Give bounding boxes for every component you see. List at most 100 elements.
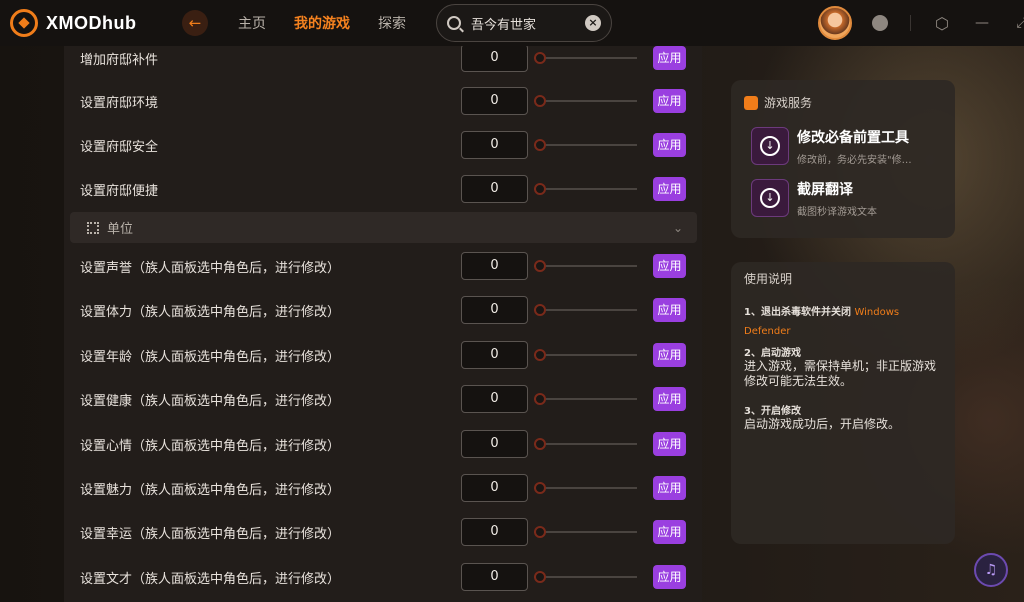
list-item: 设置体力（族人面板选中角色后，进行修改） 0 应用 <box>64 288 702 332</box>
value-input[interactable]: 0 <box>461 46 528 72</box>
service-name: 修改必备前置工具 <box>797 130 909 146</box>
divider <box>910 15 911 31</box>
value-input[interactable]: 0 <box>461 518 528 546</box>
row-label: 设置声誉（族人面板选中角色后，进行修改） <box>80 260 341 276</box>
slider-handle[interactable] <box>534 482 546 494</box>
row-label: 设置魅力（族人面板选中角色后，进行修改） <box>80 482 341 498</box>
row-label: 增加府邸补件 <box>80 52 159 68</box>
apply-button[interactable]: 应用 <box>653 254 686 278</box>
value-input[interactable]: 0 <box>461 341 528 369</box>
nav-my-games[interactable]: 我的游戏 <box>294 13 350 33</box>
slider-handle[interactable] <box>534 139 546 151</box>
download-icon: ↓ <box>760 136 780 156</box>
nav-home[interactable]: 主页 <box>238 13 266 33</box>
service-item-screenshot-translate[interactable]: ↓ 截屏翻译 截图秒译游戏文本 <box>751 179 877 218</box>
list-item: 增加府邸补件 0 应用 <box>64 46 702 80</box>
apply-button[interactable]: 应用 <box>653 46 686 70</box>
apply-button[interactable]: 应用 <box>653 520 686 544</box>
service-name: 截屏翻译 <box>797 182 853 198</box>
service-item-prereq-tool[interactable]: ↓ 修改必备前置工具 修改前，务必先安装"修… <box>751 127 912 166</box>
list-item: 设置魅力（族人面板选中角色后，进行修改） 0 应用 <box>64 466 702 510</box>
window-controls: ⬡ — ⤢ <box>872 14 1024 33</box>
list-item: 设置声誉（族人面板选中角色后，进行修改） 0 应用 <box>64 244 702 288</box>
apply-button[interactable]: 应用 <box>653 432 686 456</box>
step-head: 2、启动游戏 <box>744 348 801 359</box>
step-body: 进入游戏，需保持单机；非正版游戏修改可能无法生效。 <box>744 359 937 388</box>
value-input[interactable]: 0 <box>461 175 528 203</box>
list-item: 设置年龄（族人面板选中角色后，进行修改） 0 应用 <box>64 333 702 377</box>
slider-track <box>534 265 637 267</box>
apply-button[interactable]: 应用 <box>653 89 686 113</box>
slider-handle[interactable] <box>534 260 546 272</box>
logo-icon <box>10 9 38 37</box>
slider-track <box>534 144 637 146</box>
back-arrow-icon: ← <box>188 14 202 32</box>
row-label: 设置心情（族人面板选中角色后，进行修改） <box>80 438 341 454</box>
app-logo[interactable]: XMODhub <box>10 9 160 37</box>
value-input[interactable]: 0 <box>461 252 528 280</box>
row-label: 设置年龄（族人面板选中角色后，进行修改） <box>80 349 341 365</box>
apply-button[interactable]: 应用 <box>653 177 686 201</box>
step-head: 3、开启修改 <box>744 406 801 417</box>
list-item: 设置府邸安全 0 应用 <box>64 123 702 167</box>
support-button[interactable]: ♫ <box>974 553 1008 587</box>
app-name: XMODhub <box>46 12 137 33</box>
instructions-card: 使用说明 1、退出杀毒软件并关闭 Windows Defender 2、启动游戏… <box>731 262 955 544</box>
value-input[interactable]: 0 <box>461 87 528 115</box>
mod-list-panel: 增加府邸补件 0 应用 设置府邸环境 0 应用 设置府邸安全 0 应用 设置府邸… <box>64 46 702 602</box>
value-input[interactable]: 0 <box>461 131 528 159</box>
apply-button[interactable]: 应用 <box>653 343 686 367</box>
list-item: 设置健康（族人面板选中角色后，进行修改） 0 应用 <box>64 377 702 421</box>
back-button[interactable]: ← <box>182 10 208 36</box>
fullscreen-icon[interactable]: ⤢ <box>1013 14 1024 32</box>
instruction-step: 2、启动游戏 进入游戏，需保持单机；非正版游戏修改可能无法生效。 <box>744 344 944 389</box>
value-input[interactable]: 0 <box>461 385 528 413</box>
slider-track <box>534 309 637 311</box>
game-services-card: 游戏服务 ↓ 修改必备前置工具 修改前，务必先安装"修… ↓ 截屏翻译 截图秒译… <box>731 80 955 238</box>
slider-track <box>534 100 637 102</box>
notification-icon[interactable] <box>872 15 888 31</box>
chevron-down-icon: ⌄ <box>672 220 683 235</box>
slider-handle[interactable] <box>534 393 546 405</box>
slider-handle[interactable] <box>534 349 546 361</box>
slider-track <box>534 398 637 400</box>
slider-handle[interactable] <box>534 183 546 195</box>
apply-button[interactable]: 应用 <box>653 298 686 322</box>
clear-search-icon[interactable]: × <box>585 15 601 31</box>
apply-button[interactable]: 应用 <box>653 387 686 411</box>
slider-track <box>534 443 637 445</box>
value-input[interactable]: 0 <box>461 296 528 324</box>
row-label: 设置健康（族人面板选中角色后，进行修改） <box>80 393 341 409</box>
section-header-units[interactable]: 单位 ⌄ <box>70 212 697 243</box>
step-head: 1、退出杀毒软件并关闭 <box>744 307 855 318</box>
slider-handle[interactable] <box>534 526 546 538</box>
nav-explore[interactable]: 探索 <box>378 13 406 33</box>
apply-button[interactable]: 应用 <box>653 565 686 589</box>
search-input[interactable] <box>471 15 581 31</box>
slider-handle[interactable] <box>534 52 546 64</box>
service-icon-box: ↓ <box>751 179 789 217</box>
slider-handle[interactable] <box>534 304 546 316</box>
value-input[interactable]: 0 <box>461 474 528 502</box>
slider-track <box>534 576 637 578</box>
settings-icon[interactable]: ⬡ <box>933 14 951 33</box>
slider-handle[interactable] <box>534 571 546 583</box>
value-input[interactable]: 0 <box>461 430 528 458</box>
cube-icon <box>744 95 758 110</box>
apply-button[interactable]: 应用 <box>653 133 686 157</box>
slider-handle[interactable] <box>534 438 546 450</box>
row-label: 设置体力（族人面板选中角色后，进行修改） <box>80 304 341 320</box>
apply-button[interactable]: 应用 <box>653 476 686 500</box>
main-nav: 主页 我的游戏 探索 <box>238 13 434 33</box>
step-body: 启动游戏成功后，开启修改。 <box>744 417 901 431</box>
minimize-icon[interactable]: — <box>973 14 991 32</box>
service-icon-box: ↓ <box>751 127 789 165</box>
value-input[interactable]: 0 <box>461 563 528 591</box>
avatar[interactable] <box>818 6 852 40</box>
slider-handle[interactable] <box>534 95 546 107</box>
slider-track <box>534 531 637 533</box>
slider-track <box>534 354 637 356</box>
list-item: 设置文才（族人面板选中角色后，进行修改） 0 应用 <box>64 555 702 599</box>
instruction-step: 3、开启修改 启动游戏成功后，开启修改。 <box>744 402 944 432</box>
row-label: 设置幸运（族人面板选中角色后，进行修改） <box>80 526 341 542</box>
